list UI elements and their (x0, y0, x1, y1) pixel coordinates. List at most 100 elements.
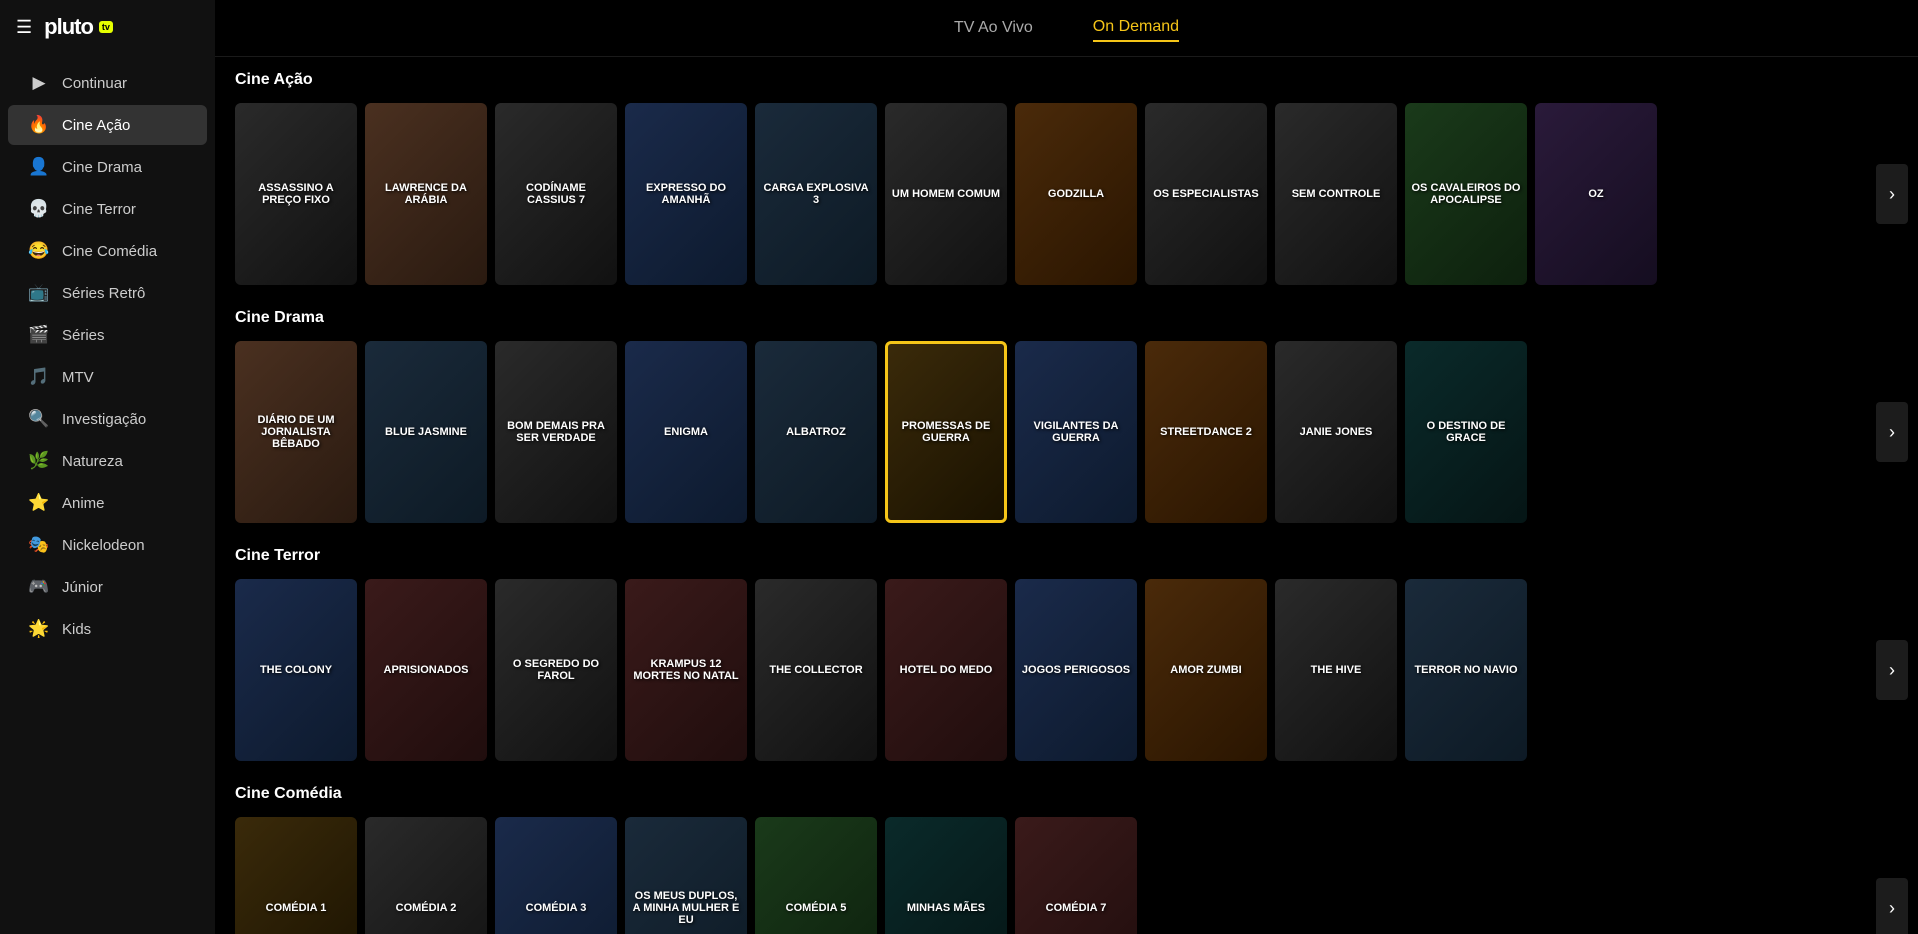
topnav-tv-ao-vivo[interactable]: TV Ao Vivo (954, 15, 1033, 41)
movie-card[interactable]: COMÉDIA 3 (495, 817, 617, 934)
movie-card[interactable]: TERROR NO NAVIO (1405, 579, 1527, 761)
movie-card[interactable]: O DESTINO DE GRACE (1405, 341, 1527, 523)
movie-card[interactable]: THE COLONY (235, 579, 357, 761)
movie-card[interactable]: CARGA EXPLOSIVA 3 (755, 103, 877, 285)
sidebar-icon-continuar: ▶ (28, 73, 50, 93)
movie-card[interactable]: COMÉDIA 7 (1015, 817, 1137, 934)
carousel-wrapper-cine-acao: ASSASSINO A PREÇO FIXOLAWRENCE DA ARÁBIA… (235, 103, 1898, 285)
content-area: Cine Ação ASSASSINO A PREÇO FIXOLAWRENCE … (215, 57, 1918, 934)
sidebar-item-junior[interactable]: 🎮 Júnior (8, 567, 207, 607)
movie-card[interactable]: OS CAVALEIROS DO APOCALIPSE (1405, 103, 1527, 285)
carousel-cine-drama: DIÁRIO DE UM JORNALISTA BÊBADOBLUE JASMI… (235, 341, 1898, 523)
movie-card[interactable]: APRISIONADOS (365, 579, 487, 761)
movie-card[interactable]: O SEGREDO DO FAROL (495, 579, 617, 761)
movie-title: O DESTINO DE GRACE (1405, 341, 1527, 523)
logo-text: pluto (44, 14, 93, 40)
sidebar-label-cine-comedia: Cine Comédia (62, 243, 157, 260)
movie-card[interactable]: BOM DEMAIS PRA SER VERDADE (495, 341, 617, 523)
movie-card[interactable]: ENIGMA (625, 341, 747, 523)
movie-card[interactable]: SEM CONTROLE (1275, 103, 1397, 285)
section-title-cine-acao: Cine Ação (235, 67, 1898, 93)
sidebar-item-series-retro[interactable]: 📺 Séries Retrô (8, 273, 207, 313)
movie-card[interactable]: AMOR ZUMBI (1145, 579, 1267, 761)
sidebar-item-cine-terror[interactable]: 💀 Cine Terror (8, 189, 207, 229)
carousel-next-button[interactable]: › (1876, 878, 1908, 934)
movie-title: COMÉDIA 7 (1015, 817, 1137, 934)
hamburger-icon[interactable]: ☰ (16, 17, 32, 38)
movie-card[interactable]: DIÁRIO DE UM JORNALISTA BÊBADO (235, 341, 357, 523)
movie-title: ASSASSINO A PREÇO FIXO (235, 103, 357, 285)
movie-card[interactable]: OZ (1535, 103, 1657, 285)
movie-title: OZ (1535, 103, 1657, 285)
main-content: TV Ao Vivo On Demand Cine Ação ASSASSINO A… (215, 0, 1918, 934)
movie-card[interactable]: MINHAS MÃES (885, 817, 1007, 934)
sidebar-item-natureza[interactable]: 🌿 Natureza (8, 441, 207, 481)
movie-card[interactable]: EXPRESSO DO AMANHÃ (625, 103, 747, 285)
carousel-next-button[interactable]: › (1876, 402, 1908, 462)
movie-card[interactable]: OS MEUS DUPLOS, A MINHA MULHER E EU (625, 817, 747, 934)
movie-card[interactable]: VIGILANTES DA GUERRA (1015, 341, 1137, 523)
section-cine-comedia: Cine ComédiaCOMÉDIA 1COMÉDIA 2COMÉDIA 3O… (235, 781, 1898, 934)
sidebar-icon-series-retro: 📺 (28, 283, 50, 303)
sidebar-icon-mtv: 🎵 (28, 367, 50, 387)
sidebar-item-investigacao[interactable]: 🔍 Investigação (8, 399, 207, 439)
movie-card[interactable]: COMÉDIA 5 (755, 817, 877, 934)
sidebar-item-anime[interactable]: ⭐ Anime (8, 483, 207, 523)
sidebar-label-continuar: Continuar (62, 75, 127, 92)
movie-card[interactable]: THE COLLECTOR (755, 579, 877, 761)
movie-title: STREETDANCE 2 (1145, 341, 1267, 523)
carousel-cine-comedia: COMÉDIA 1COMÉDIA 2COMÉDIA 3OS MEUS DUPLO… (235, 817, 1898, 934)
movie-title: COMÉDIA 2 (365, 817, 487, 934)
movie-title: ENIGMA (625, 341, 747, 523)
sidebar-icon-junior: 🎮 (28, 577, 50, 597)
sidebar-label-series: Séries (62, 327, 105, 344)
movie-card[interactable]: JANIE JONES (1275, 341, 1397, 523)
carousel-next-button[interactable]: › (1876, 164, 1908, 224)
section-cine-acao: Cine Ação ASSASSINO A PREÇO FIXOLAWRENCE … (235, 67, 1898, 285)
movie-card[interactable]: OS ESPECIALISTAS (1145, 103, 1267, 285)
movie-card[interactable]: COMÉDIA 2 (365, 817, 487, 934)
movie-title: ALBATROZ (755, 341, 877, 523)
movie-card[interactable]: LAWRENCE DA ARÁBIA (365, 103, 487, 285)
logo-tv-badge: tv (99, 21, 113, 33)
movie-card[interactable]: THE HIVE (1275, 579, 1397, 761)
movie-card[interactable]: JOGOS PERIGOSOS (1015, 579, 1137, 761)
sidebar-label-cine-terror: Cine Terror (62, 201, 136, 218)
sidebar-item-kids[interactable]: 🌟 Kids (8, 609, 207, 649)
sidebar-item-nickelodeon[interactable]: 🎭 Nickelodeon (8, 525, 207, 565)
sidebar-label-cine-acao: Cine Ação (62, 117, 130, 134)
movie-card[interactable]: HOTEL DO MEDO (885, 579, 1007, 761)
movie-card[interactable]: STREETDANCE 2 (1145, 341, 1267, 523)
movie-title: GODZILLA (1015, 103, 1137, 285)
sidebar-item-continuar[interactable]: ▶ Continuar (8, 63, 207, 103)
sidebar-item-cine-comedia[interactable]: 😂 Cine Comédia (8, 231, 207, 271)
carousel-cine-acao: ASSASSINO A PREÇO FIXOLAWRENCE DA ARÁBIA… (235, 103, 1898, 285)
movie-title: EXPRESSO DO AMANHÃ (625, 103, 747, 285)
movie-card[interactable]: BLUE JASMINE (365, 341, 487, 523)
movie-card[interactable]: ALBATROZ (755, 341, 877, 523)
sidebar-item-mtv[interactable]: 🎵 MTV (8, 357, 207, 397)
movie-card[interactable]: GODZILLA (1015, 103, 1137, 285)
movie-card[interactable]: KRAMPUS 12 MORTES NO NATAL (625, 579, 747, 761)
sidebar-item-cine-drama[interactable]: 👤 Cine Drama (8, 147, 207, 187)
movie-card[interactable]: UM HOMEM COMUM (885, 103, 1007, 285)
movie-title: O SEGREDO DO FAROL (495, 579, 617, 761)
topnav-on-demand[interactable]: On Demand (1093, 14, 1179, 42)
movie-card[interactable]: CODÍNAME CASSIUS 7 (495, 103, 617, 285)
movie-card[interactable]: ASSASSINO A PREÇO FIXO (235, 103, 357, 285)
carousel-next-button[interactable]: › (1876, 640, 1908, 700)
sidebar-item-cine-acao[interactable]: 🔥 Cine Ação (8, 105, 207, 145)
movie-title: BLUE JASMINE (365, 341, 487, 523)
sidebar-label-nickelodeon: Nickelodeon (62, 537, 145, 554)
sidebar-icon-investigacao: 🔍 (28, 409, 50, 429)
sidebar: ☰ pluto tv ▶ Continuar 🔥 Cine Ação 👤 Cin… (0, 0, 215, 934)
movie-card[interactable]: PROMESSAS DE GUERRA (885, 341, 1007, 523)
sidebar-label-mtv: MTV (62, 369, 94, 386)
section-title-cine-drama: Cine Drama (235, 305, 1898, 331)
movie-title: TERROR NO NAVIO (1405, 579, 1527, 761)
movie-title: BOM DEMAIS PRA SER VERDADE (495, 341, 617, 523)
carousel-wrapper-cine-drama: DIÁRIO DE UM JORNALISTA BÊBADOBLUE JASMI… (235, 341, 1898, 523)
sidebar-item-series[interactable]: 🎬 Séries (8, 315, 207, 355)
movie-title: JOGOS PERIGOSOS (1015, 579, 1137, 761)
movie-card[interactable]: COMÉDIA 1 (235, 817, 357, 934)
